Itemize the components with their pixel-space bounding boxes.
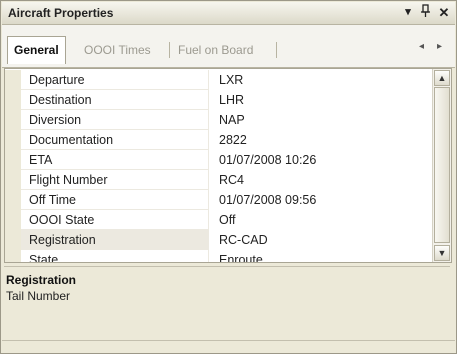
property-value[interactable]: 01/07/2008 09:56 bbox=[219, 193, 316, 207]
row-gutter bbox=[5, 230, 21, 250]
tab-separator bbox=[276, 42, 277, 58]
grid-scrollbar[interactable]: ▲ ▼ bbox=[432, 69, 451, 262]
property-row[interactable]: Destination LHR bbox=[5, 90, 431, 110]
row-gutter bbox=[5, 150, 21, 170]
tab-fuel-on-board[interactable]: Fuel on Board bbox=[172, 38, 259, 62]
property-name: Departure bbox=[29, 73, 85, 87]
property-name: OOOI State bbox=[29, 213, 95, 227]
property-name: Destination bbox=[29, 93, 92, 107]
row-gutter bbox=[5, 250, 21, 262]
property-grid: Departure LXR Destination LHR Diversion NAP Do… bbox=[4, 68, 452, 263]
row-gutter bbox=[5, 90, 21, 110]
panel-title: Aircraft Properties bbox=[8, 6, 114, 20]
property-row[interactable]: Documentation 2822 bbox=[5, 130, 431, 150]
property-value[interactable]: 01/07/2008 10:26 bbox=[219, 153, 316, 167]
pin-icon[interactable] bbox=[419, 4, 433, 21]
property-row[interactable]: Registration RC-CAD bbox=[5, 230, 431, 250]
property-value[interactable]: 2822 bbox=[219, 133, 247, 147]
description-title: Registration bbox=[6, 273, 77, 287]
row-gutter bbox=[5, 110, 21, 130]
property-name: Flight Number bbox=[29, 173, 108, 187]
property-name: ETA bbox=[29, 153, 53, 167]
property-name: State bbox=[29, 253, 59, 263]
scroll-thumb[interactable] bbox=[434, 87, 450, 243]
property-name: Registration bbox=[29, 233, 96, 247]
panel-titlebar: Aircraft Properties ▾ ✕ bbox=[2, 2, 455, 25]
property-value[interactable]: Enroute bbox=[219, 253, 263, 262]
description-text: Tail Number bbox=[6, 289, 71, 303]
row-gutter bbox=[5, 130, 21, 150]
scroll-down-icon[interactable]: ▼ bbox=[434, 245, 450, 261]
scroll-up-icon[interactable]: ▲ bbox=[434, 70, 450, 86]
property-row[interactable]: ETA 01/07/2008 10:26 bbox=[5, 150, 431, 170]
property-value[interactable]: NAP bbox=[219, 113, 245, 127]
tab-separator bbox=[169, 42, 170, 58]
property-value[interactable]: LXR bbox=[219, 73, 243, 87]
property-name: Diversion bbox=[29, 113, 82, 127]
property-row[interactable]: OOOI State Off bbox=[5, 210, 431, 230]
property-value[interactable]: LHR bbox=[219, 93, 244, 107]
description-pane: Registration Tail Number bbox=[4, 266, 450, 340]
property-value[interactable]: Off bbox=[219, 213, 235, 227]
property-name: Documentation bbox=[29, 133, 114, 147]
pin-icon-glyph bbox=[421, 4, 430, 17]
row-gutter bbox=[5, 210, 21, 230]
tab-oooi-times[interactable]: OOOI Times bbox=[78, 38, 157, 62]
tab-next-icon[interactable]: ▸ bbox=[437, 41, 442, 52]
status-divider bbox=[2, 340, 455, 341]
property-row[interactable]: Flight Number RC4 bbox=[5, 170, 431, 190]
row-gutter bbox=[5, 70, 21, 90]
property-value[interactable]: RC-CAD bbox=[219, 233, 268, 247]
row-gutter bbox=[5, 190, 21, 210]
property-row[interactable]: Departure LXR bbox=[5, 70, 431, 90]
dropdown-icon[interactable]: ▾ bbox=[401, 4, 415, 21]
property-value[interactable]: RC4 bbox=[219, 173, 244, 187]
property-row[interactable]: State Enroute bbox=[5, 250, 431, 263]
close-icon[interactable]: ✕ bbox=[437, 4, 451, 21]
property-row[interactable]: Diversion NAP bbox=[5, 110, 431, 130]
tab-strip: General OOOI Times Fuel on Board ◂ ▸ bbox=[2, 25, 455, 68]
row-gutter bbox=[5, 170, 21, 190]
aircraft-properties-panel: Aircraft Properties ▾ ✕ General OOOI Tim… bbox=[0, 0, 457, 354]
tab-general[interactable]: General bbox=[7, 36, 66, 64]
tab-prev-icon[interactable]: ◂ bbox=[419, 41, 424, 52]
property-row[interactable]: Off Time 01/07/2008 09:56 bbox=[5, 190, 431, 210]
property-name: Off Time bbox=[29, 193, 77, 207]
